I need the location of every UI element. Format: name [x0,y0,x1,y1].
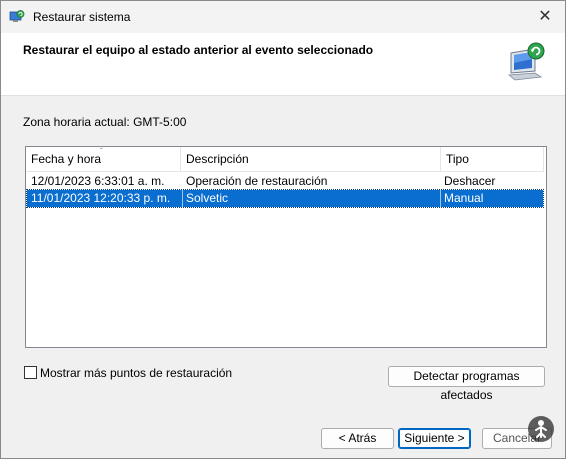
row-type: Manual [444,191,484,205]
column-date-label: Fecha y hora [31,152,102,166]
window-title: Restaurar sistema [33,10,131,24]
system-restore-monitor-icon [507,42,545,81]
more-restore-points-checkbox[interactable] [24,366,37,380]
close-icon: ✕ [538,8,552,25]
column-description[interactable]: Descripción [181,147,441,171]
column-type-label: Tipo [446,152,469,166]
restore-system-window: Restaurar sistema ✕ Restaurar el equipo … [0,0,566,459]
column-date[interactable]: Fecha y hora ˇ [26,147,181,171]
list-header: Fecha y hora ˇ Descripción Tipo [26,147,544,172]
restore-points-list[interactable]: Fecha y hora ˇ Descripción Tipo 12/01/20… [25,146,547,348]
wizard-header: Restaurar el equipo al estado anterior a… [1,33,565,96]
row-date: 12/01/2023 6:33:01 a. m. [31,174,165,188]
sort-indicator-icon: ˇ [100,147,103,156]
table-row-selected[interactable]: 11/01/2023 12:20:33 p. m. Solvetic Manua… [26,189,544,208]
system-restore-app-icon [9,10,25,22]
timezone-label: Zona horaria actual: GMT-5:00 [23,115,187,129]
row-type: Deshacer [444,174,496,188]
row-description: Operación de restauración [186,174,328,188]
more-restore-points-option[interactable]: Mostrar más puntos de restauración [24,365,232,380]
detect-affected-programs-button[interactable]: Detectar programas afectados [388,366,545,402]
table-row[interactable]: 12/01/2023 6:33:01 a. m. Operación de re… [27,173,543,190]
column-type[interactable]: Tipo [441,147,544,171]
page-title: Restaurar el equipo al estado anterior a… [23,43,374,57]
row-date: 11/01/2023 12:20:33 p. m. [31,191,171,205]
row-description: Solvetic [186,191,229,205]
back-button[interactable]: < Atrás [321,428,394,449]
title-bar: Restaurar sistema ✕ [1,1,565,33]
more-restore-points-label: Mostrar más puntos de restauración [40,365,233,380]
close-button[interactable]: ✕ [525,1,565,33]
column-description-label: Descripción [186,152,249,166]
watermark-logo-icon [528,416,554,442]
next-button[interactable]: Siguiente > [398,428,471,449]
